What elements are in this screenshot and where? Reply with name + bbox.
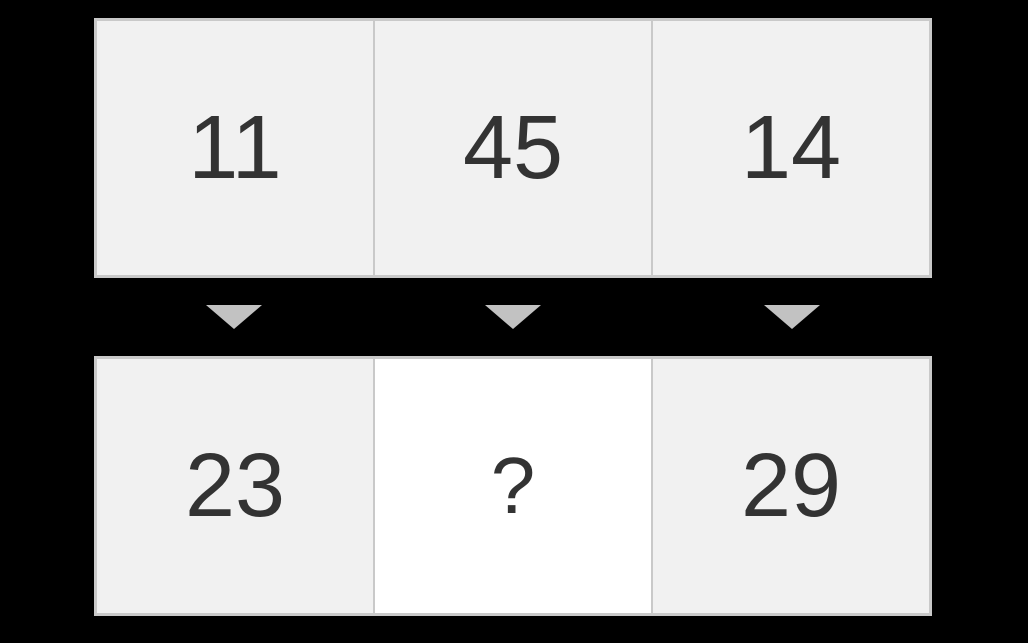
unknown-value: ? xyxy=(491,440,536,532)
bottom-row: 23 ? 29 xyxy=(94,356,932,616)
top-value-1: 45 xyxy=(463,97,563,200)
top-cell-2: 14 xyxy=(653,21,929,275)
arrow-slot-0 xyxy=(94,305,373,329)
bottom-cell-0: 23 xyxy=(97,359,375,613)
arrow-row xyxy=(94,278,932,356)
arrow-slot-2 xyxy=(653,305,932,329)
bottom-value-0: 23 xyxy=(185,435,285,538)
arrow-slot-1 xyxy=(373,305,652,329)
top-value-0: 11 xyxy=(188,97,281,200)
top-value-2: 14 xyxy=(741,97,841,200)
bottom-value-2: 29 xyxy=(741,435,841,538)
top-row: 11 45 14 xyxy=(94,18,932,278)
top-cell-0: 11 xyxy=(97,21,375,275)
chevron-down-icon xyxy=(764,305,820,329)
chevron-down-icon xyxy=(206,305,262,329)
bottom-cell-2: 29 xyxy=(653,359,929,613)
puzzle-container: 11 45 14 23 ? 29 xyxy=(94,18,932,616)
bottom-cell-unknown[interactable]: ? xyxy=(375,359,653,613)
chevron-down-icon xyxy=(485,305,541,329)
top-cell-1: 45 xyxy=(375,21,653,275)
